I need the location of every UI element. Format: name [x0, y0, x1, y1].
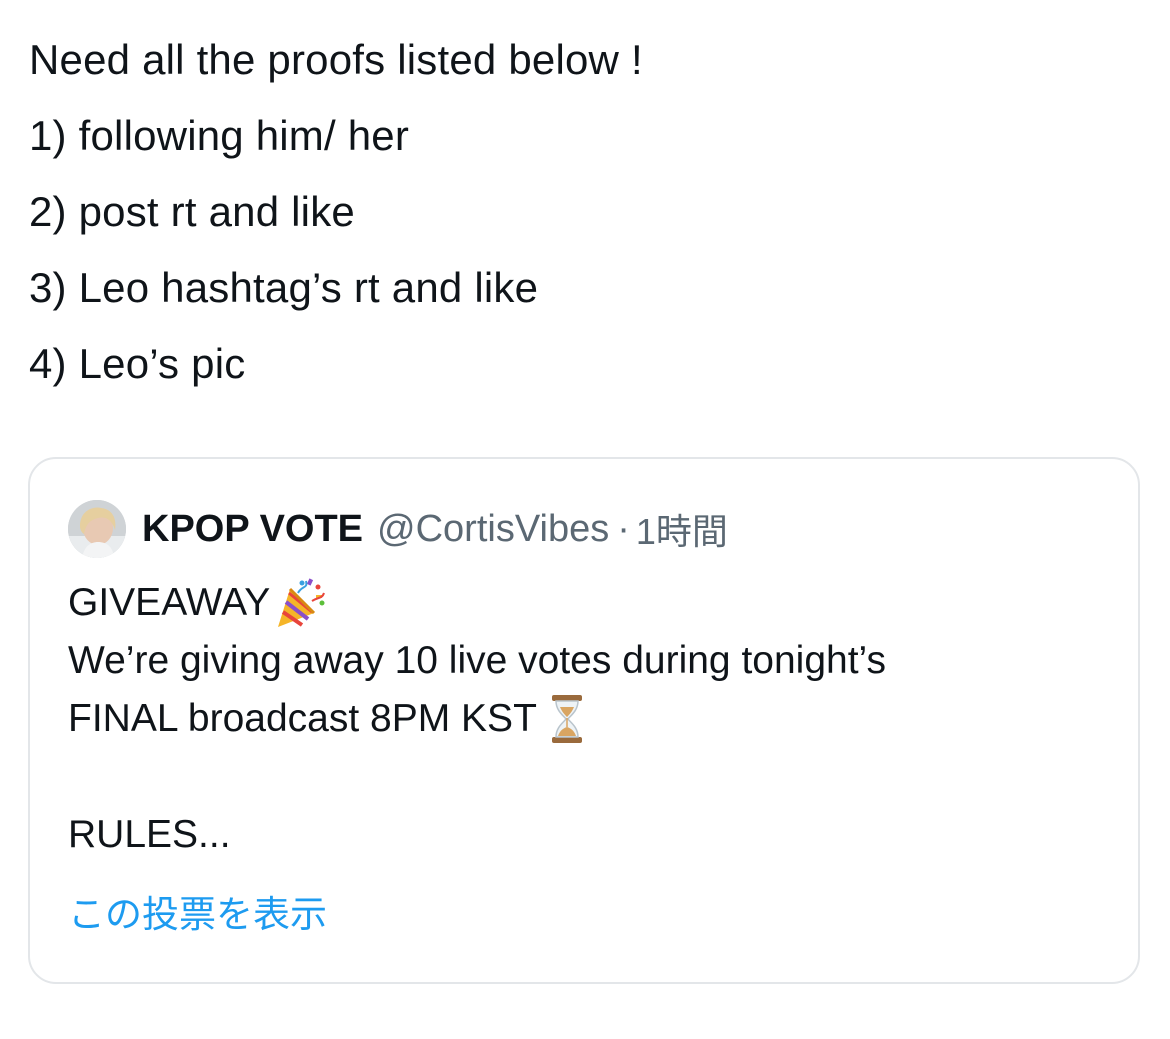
quote-line-text: GIVEAWAY [68, 581, 271, 624]
quote-line: RULES... [68, 806, 1108, 864]
avatar[interactable] [68, 500, 126, 558]
post-timestamp[interactable]: 1時間 [636, 503, 728, 555]
tweet-text-line: 3) Leo hashtag’s rt and like [29, 264, 539, 311]
author-name[interactable]: KPOP VOTE [142, 508, 363, 551]
quote-line-text: We’re giving away 10 live votes during t… [68, 639, 887, 682]
quote-line-text: FINAL broadcast 8PM KST [68, 697, 537, 740]
separator-dot: · [617, 507, 630, 550]
quote-line-text: RULES... [68, 813, 231, 856]
show-poll-link[interactable]: この投票を表示 [68, 884, 327, 938]
tweet-text-line: 1) following him/ her [29, 112, 410, 159]
quote-line: GIVEAWAY [68, 574, 1108, 632]
quoted-tweet-header: KPOP VOTE @CortisVibes · 1時間 [68, 500, 728, 558]
hourglass-icon [539, 691, 595, 747]
quote-line: FINAL broadcast 8PM KST [68, 690, 1108, 748]
tweet-body: Need all the proofs listed below ! 1) fo… [29, 22, 1139, 402]
tweet-text-line: Need all the proofs listed below ! [29, 36, 643, 83]
author-handle[interactable]: @CortisVibes [377, 508, 609, 551]
tweet-text-line: 2) post rt and like [29, 188, 355, 235]
quoted-tweet-card[interactable]: KPOP VOTE @CortisVibes · 1時間 GIVEAWAY We… [28, 457, 1140, 984]
quoted-tweet-text: GIVEAWAY We’re giving away 10 live votes… [68, 574, 1108, 864]
tweet-text-line: 4) Leo’s pic [29, 340, 246, 387]
party-popper-icon [272, 575, 328, 631]
quote-line: We’re giving away 10 live votes during t… [68, 632, 1108, 690]
